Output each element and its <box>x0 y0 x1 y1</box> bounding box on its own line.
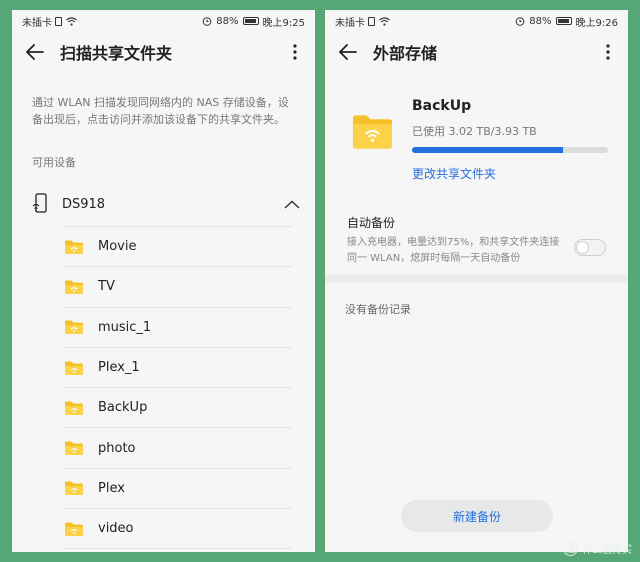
alarm-icon <box>202 16 212 26</box>
status-bar: 未插卡 88% 晚上9:25 <box>12 10 315 32</box>
folder-item[interactable]: photo <box>64 428 293 469</box>
folder-name: video <box>98 521 134 537</box>
network-folder-icon <box>65 401 83 415</box>
folder-item[interactable]: BackUp <box>64 388 293 429</box>
folder-name: Movie <box>98 239 137 255</box>
folder-name: TV <box>98 279 115 295</box>
folder-name: music_1 <box>98 319 152 335</box>
network-folder-icon <box>65 441 83 456</box>
app-bar: 扫描共享文件夹 <box>12 32 315 72</box>
network-folder-icon <box>352 115 393 149</box>
app-bar: 外部存储 <box>325 32 628 72</box>
more-options-icon[interactable] <box>285 41 305 63</box>
change-shared-folder-link[interactable]: 更改共享文件夹 <box>412 165 496 182</box>
sim-icon <box>368 16 375 26</box>
network-folder-icon <box>65 240 83 254</box>
status-bar: 未插卡 88% 晚上9:26 <box>325 10 628 32</box>
network-folder-icon <box>65 481 83 496</box>
shared-folder-list: Movie TV music_1 Plex_1 BackUp photo Plex video <box>64 226 293 550</box>
available-devices-label: 可用设备 <box>32 156 76 169</box>
page-title: 外部存储 <box>373 44 438 63</box>
scan-shared-folders-screen: 未插卡 88% 晚上9:25 扫描共享文件夹 通过 WLAN 扫描发现同网络内的… <box>12 10 315 552</box>
new-backup-button[interactable]: 新建备份 <box>401 500 553 532</box>
auto-backup-toggle[interactable] <box>574 239 606 256</box>
storage-usage-text: 已使用 3.02 TB/3.93 TB <box>412 125 537 138</box>
back-arrow-icon[interactable] <box>24 41 46 63</box>
folder-item[interactable]: TV <box>64 267 293 308</box>
watermark-text: 什么值得买 <box>582 545 632 556</box>
nas-device-icon <box>32 193 47 213</box>
clock: 晚上9:25 <box>262 17 305 29</box>
no-backup-records-text: 没有备份记录 <box>345 303 411 316</box>
auto-backup-description: 接入充电器，电量达到75%，和共享文件夹连接同一 WLAN，熄屏时每隔一天自动备… <box>347 237 560 264</box>
folder-name: Plex <box>98 480 125 496</box>
battery-percent: 88% <box>216 15 239 27</box>
auto-backup-title: 自动备份 <box>347 216 396 230</box>
more-options-icon[interactable] <box>598 41 618 63</box>
sim-icon <box>55 16 62 26</box>
battery-icon <box>555 17 572 25</box>
alarm-icon <box>515 16 525 26</box>
network-folder-icon <box>65 522 83 536</box>
chevron-up-icon[interactable] <box>281 193 303 215</box>
wifi-icon <box>66 16 77 26</box>
watermark: 值 什么值得买 <box>563 541 632 556</box>
storage-usage-bar <box>412 147 608 153</box>
nas-folder-name: BackUp <box>412 98 472 114</box>
wifi-icon <box>379 16 390 26</box>
back-arrow-icon[interactable] <box>337 41 359 63</box>
battery-percent: 88% <box>529 15 552 27</box>
folder-name: BackUp <box>98 400 148 416</box>
scan-description: 通过 WLAN 扫描发现同网络内的 NAS 存储设备，设备出现后，点击访问并添加… <box>32 96 289 126</box>
storage-usage-fill <box>412 147 563 153</box>
toggle-knob <box>576 241 589 254</box>
device-name: DS918 <box>62 196 106 212</box>
folder-item[interactable]: Plex_1 <box>64 348 293 389</box>
folder-item[interactable]: video <box>64 509 293 550</box>
clock: 晚上9:26 <box>575 17 618 29</box>
auto-backup-setting: 自动备份 接入充电器，电量达到75%，和共享文件夹连接同一 WLAN，熄屏时每隔… <box>325 182 628 267</box>
folder-item[interactable]: Plex <box>64 469 293 510</box>
section-divider <box>325 275 628 283</box>
network-folder-icon <box>65 280 83 294</box>
device-row[interactable]: DS918 <box>12 182 315 226</box>
battery-icon <box>242 17 259 25</box>
watermark-logo: 值 <box>563 541 578 556</box>
external-storage-screen: 未插卡 88% 晚上9:26 外部存储 BackUp 已使用 3.02 TB/3… <box>325 10 628 552</box>
nas-storage-card: BackUp 已使用 3.02 TB/3.93 TB 更改共享文件夹 <box>325 72 628 182</box>
carrier-label: 未插卡 <box>335 17 365 29</box>
page-title: 扫描共享文件夹 <box>60 44 173 63</box>
folder-name: Plex_1 <box>98 360 140 376</box>
folder-item[interactable]: Movie <box>64 227 293 268</box>
folder-name: photo <box>98 440 136 456</box>
carrier-label: 未插卡 <box>22 17 52 29</box>
network-folder-icon <box>65 361 83 375</box>
network-folder-icon <box>65 320 83 335</box>
folder-item[interactable]: music_1 <box>64 308 293 348</box>
